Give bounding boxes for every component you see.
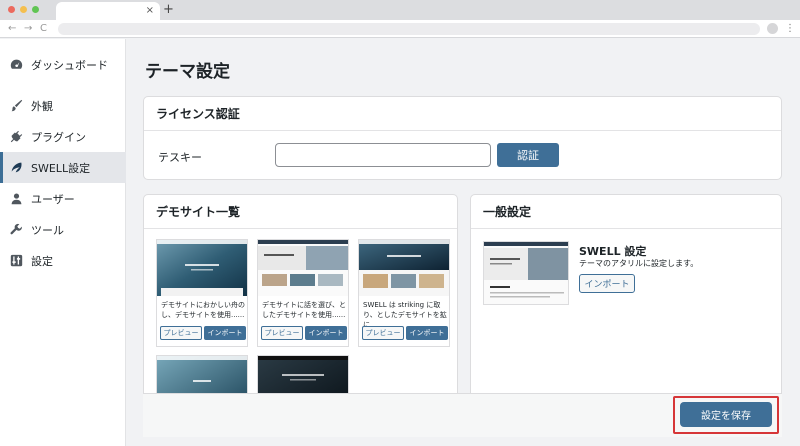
browser-tab-bar: × + bbox=[0, 0, 800, 20]
paintbrush-icon bbox=[9, 99, 23, 113]
forward-icon[interactable]: → bbox=[24, 22, 32, 35]
demo-site-card: デモサイトにおかしい舟のし、デモサイトを使用...... プレビュー インポート bbox=[156, 239, 248, 347]
sidebar-item-label: ユーザー bbox=[31, 192, 75, 206]
sidebar-item-users[interactable]: ユーザー bbox=[0, 183, 126, 214]
theme-description: テーマのアタリルに設定します。 bbox=[579, 259, 699, 268]
page-title: テーマ設定 bbox=[145, 62, 230, 82]
sidebar-item-plugins[interactable]: プラグイン bbox=[0, 121, 126, 152]
sidebar-item-label: ダッシュボード bbox=[31, 58, 108, 72]
save-settings-button[interactable]: 設定を保存 bbox=[680, 402, 772, 427]
back-icon[interactable]: ← bbox=[8, 22, 16, 35]
maximize-window-dot[interactable] bbox=[32, 6, 39, 13]
tab-close-icon[interactable]: × bbox=[146, 4, 154, 18]
demo-sites-heading: デモサイト一覧 bbox=[144, 195, 457, 229]
demo-description: デモサイトに話を選び、としたデモサイトを使用...... bbox=[262, 301, 346, 319]
theme-import-button[interactable]: インポート bbox=[579, 274, 635, 293]
minimize-window-dot[interactable] bbox=[20, 6, 27, 13]
import-button[interactable]: インポート bbox=[406, 326, 448, 340]
preview-button[interactable]: プレビュー bbox=[362, 326, 404, 340]
sidebar-item-label: SWELL設定 bbox=[31, 161, 91, 175]
demo-description: デモサイトにおかしい舟のし、デモサイトを使用...... bbox=[161, 301, 245, 319]
new-tab-button[interactable]: + bbox=[163, 2, 174, 18]
sidebar-item-label: ツール bbox=[31, 223, 64, 237]
close-window-dot[interactable] bbox=[8, 6, 15, 13]
license-key-input[interactable] bbox=[275, 143, 491, 167]
plugin-icon bbox=[9, 130, 23, 144]
settings-icon bbox=[9, 254, 23, 268]
general-settings-heading: 一般設定 bbox=[471, 195, 781, 229]
license-heading: ライセンス認証 bbox=[144, 97, 781, 131]
demo-site-card: SWELL は striking に取り、としたデモサイトを拡に...... プ… bbox=[358, 239, 450, 347]
demo-thumbnail bbox=[157, 240, 247, 296]
sidebar-item-settings[interactable]: 設定 bbox=[0, 245, 126, 276]
license-key-label: テスキー bbox=[158, 151, 202, 164]
authenticate-button[interactable]: 認証 bbox=[497, 143, 559, 167]
swell-icon bbox=[9, 161, 23, 175]
preview-button[interactable]: プレビュー bbox=[261, 326, 303, 340]
browser-menu-icon[interactable]: ⋮ bbox=[785, 22, 795, 35]
theme-thumbnail bbox=[483, 241, 569, 305]
dashboard-icon bbox=[9, 58, 23, 72]
user-icon bbox=[9, 192, 23, 206]
browser-tab[interactable]: × bbox=[56, 2, 160, 20]
profile-avatar[interactable] bbox=[767, 23, 778, 34]
admin-sidebar: ダッシュボード 外観 プラグイン SWELL設定 ユーザー ツール 設定 bbox=[0, 39, 126, 446]
sidebar-item-dashboard[interactable]: ダッシュボード bbox=[0, 49, 126, 80]
url-input[interactable] bbox=[58, 23, 760, 35]
preview-button[interactable]: プレビュー bbox=[160, 326, 202, 340]
demo-thumbnail bbox=[359, 240, 449, 296]
demo-site-card: デモサイトに話を選び、としたデモサイトを使用...... プレビュー インポート bbox=[257, 239, 349, 347]
sidebar-item-label: 外観 bbox=[31, 99, 53, 113]
address-bar: ← → C ⋮ bbox=[0, 20, 800, 38]
reload-icon[interactable]: C bbox=[40, 22, 47, 35]
import-button[interactable]: インポート bbox=[305, 326, 347, 340]
import-button[interactable]: インポート bbox=[204, 326, 246, 340]
demo-thumbnail bbox=[258, 240, 348, 296]
theme-title: SWELL 設定 bbox=[579, 245, 647, 258]
sidebar-item-label: 設定 bbox=[31, 254, 53, 268]
sidebar-item-label: プラグイン bbox=[31, 130, 86, 144]
wrench-icon bbox=[9, 223, 23, 237]
sidebar-item-tools[interactable]: ツール bbox=[0, 214, 126, 245]
sidebar-item-appearance[interactable]: 外観 bbox=[0, 90, 126, 121]
license-panel: ライセンス認証 テスキー 認証 bbox=[143, 96, 782, 180]
sidebar-item-swell-settings[interactable]: SWELL設定 bbox=[0, 152, 126, 183]
